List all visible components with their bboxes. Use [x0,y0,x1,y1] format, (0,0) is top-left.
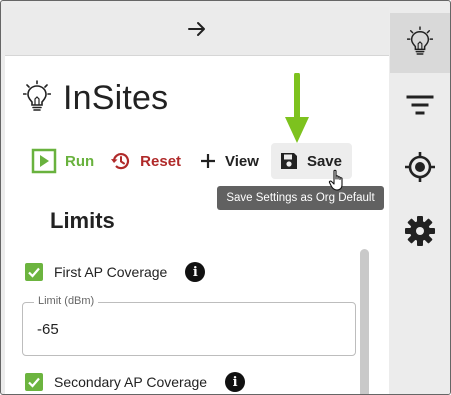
limit-dbm-label: Limit (dBm) [34,295,99,307]
save-tooltip: Save Settings as Org Default [217,186,384,210]
right-sidebar [390,7,450,394]
first-ap-coverage-row: First AP Coverage i [25,262,206,282]
first-ap-coverage-label: First AP Coverage [54,264,168,280]
floppy-disk-icon [279,151,299,171]
target-icon [404,151,436,188]
filter-icon [406,94,434,121]
view-label: View [225,152,259,170]
secondary-ap-coverage-row: Secondary AP Coverage i [25,372,246,392]
first-ap-coverage-checkbox[interactable] [25,263,43,281]
page-title: InSites [63,79,169,117]
reset-label: Reset [140,152,182,170]
lightbulb-icon [406,25,434,61]
reset-button[interactable]: Reset [110,143,181,179]
save-label: Save [306,152,342,170]
secondary-ap-coverage-label: Secondary AP Coverage [54,374,208,390]
run-button[interactable]: Run [31,143,94,179]
vertical-scrollbar[interactable] [360,249,369,394]
section-title-limits: Limits [50,208,115,233]
info-icon[interactable]: i [185,262,206,282]
lightbulb-icon [22,80,52,117]
plus-icon [199,152,217,170]
history-icon [110,150,132,172]
sidebar-item-location[interactable] [390,139,450,199]
play-icon [31,148,57,174]
run-label: Run [65,152,95,170]
info-icon[interactable]: i [225,372,246,392]
panel-title-row: InSites [22,79,169,118]
gear-icon [404,215,436,252]
limit-dbm-value[interactable]: -65 [37,321,59,338]
arrow-right-icon[interactable] [187,19,207,44]
view-button[interactable]: View [199,143,259,179]
secondary-ap-coverage-checkbox[interactable] [25,373,43,391]
hand-cursor-icon [328,169,348,198]
sidebar-item-insights[interactable] [390,13,450,73]
annotation-arrow-icon [283,72,311,150]
limit-dbm-field[interactable]: Limit (dBm) -65 [22,295,356,356]
sidebar-item-settings[interactable] [390,203,450,263]
app-frame: InSites Run Reset View Save Limits First… [0,0,451,395]
sidebar-item-filter[interactable] [390,77,450,137]
insites-panel: InSites Run Reset View Save Limits First… [5,56,389,394]
panel-header [5,7,389,56]
